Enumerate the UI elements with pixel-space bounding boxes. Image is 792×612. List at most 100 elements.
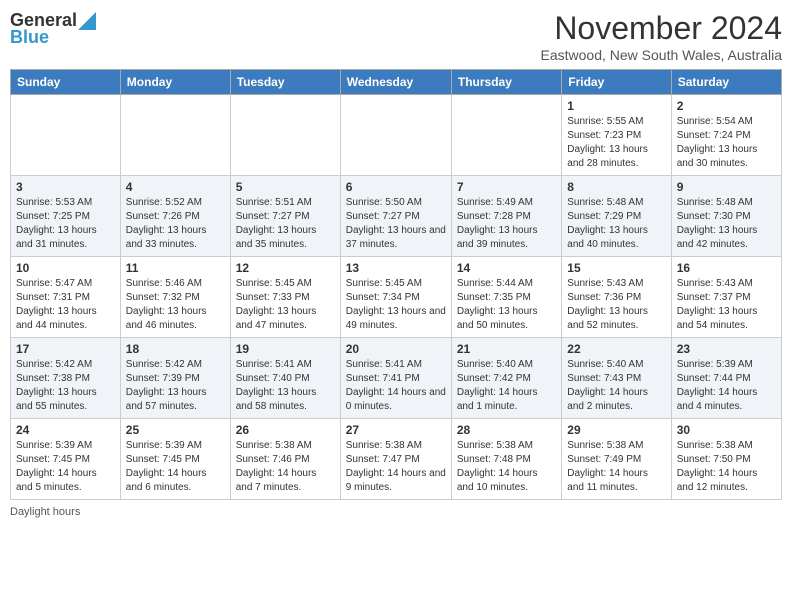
calendar-cell: 7 Sunrise: 5:49 AM Sunset: 7:28 PM Daylig… xyxy=(451,176,561,257)
calendar-cell: 19 Sunrise: 5:41 AM Sunset: 7:40 PM Dayli… xyxy=(230,338,340,419)
day-number: 11 xyxy=(126,261,225,275)
daylight-label: Daylight hours xyxy=(10,506,80,518)
day-info: Sunrise: 5:41 AM Sunset: 7:40 PM Dayligh… xyxy=(236,358,335,414)
day-number: 9 xyxy=(677,180,776,194)
calendar-cell: 9 Sunrise: 5:48 AM Sunset: 7:30 PM Daylig… xyxy=(671,176,781,257)
calendar-header-row: SundayMondayTuesdayWednesdayThursdayFrid… xyxy=(11,70,782,95)
day-number: 10 xyxy=(16,261,115,275)
day-number: 8 xyxy=(567,180,665,194)
header-day-monday: Monday xyxy=(120,70,230,95)
day-info: Sunrise: 5:38 AM Sunset: 7:49 PM Dayligh… xyxy=(567,439,665,495)
day-number: 13 xyxy=(346,261,446,275)
day-number: 5 xyxy=(236,180,335,194)
day-info: Sunrise: 5:46 AM Sunset: 7:32 PM Dayligh… xyxy=(126,277,225,333)
calendar-cell: 10 Sunrise: 5:47 AM Sunset: 7:31 PM Dayli… xyxy=(11,257,121,338)
day-number: 19 xyxy=(236,342,335,356)
day-number: 17 xyxy=(16,342,115,356)
day-info: Sunrise: 5:42 AM Sunset: 7:38 PM Dayligh… xyxy=(16,358,115,414)
calendar-cell: 6Sunrise: 5:50 AM Sunset: 7:27 PM Daylig… xyxy=(340,176,451,257)
calendar-cell: 4 Sunrise: 5:52 AM Sunset: 7:26 PM Daylig… xyxy=(120,176,230,257)
day-number: 23 xyxy=(677,342,776,356)
day-info: Sunrise: 5:47 AM Sunset: 7:31 PM Dayligh… xyxy=(16,277,115,333)
day-number: 6 xyxy=(346,180,446,194)
day-info: Sunrise: 5:43 AM Sunset: 7:36 PM Dayligh… xyxy=(567,277,665,333)
day-number: 28 xyxy=(457,423,556,437)
day-number: 18 xyxy=(126,342,225,356)
calendar-cell: 1Sunrise: 5:55 AM Sunset: 7:23 PM Daylig… xyxy=(562,95,671,176)
calendar-table: SundayMondayTuesdayWednesdayThursdayFrid… xyxy=(10,69,782,500)
title-area: November 2024 Eastwood, New South Wales,… xyxy=(541,10,783,63)
calendar-week-row: 24Sunrise: 5:39 AM Sunset: 7:45 PM Dayli… xyxy=(11,419,782,500)
day-number: 26 xyxy=(236,423,335,437)
calendar-cell: 26 Sunrise: 5:38 AM Sunset: 7:46 PM Dayli… xyxy=(230,419,340,500)
day-number: 14 xyxy=(457,261,556,275)
calendar-cell: 11 Sunrise: 5:46 AM Sunset: 7:32 PM Dayli… xyxy=(120,257,230,338)
calendar-cell xyxy=(230,95,340,176)
calendar-cell: 30Sunrise: 5:38 AM Sunset: 7:50 PM Dayli… xyxy=(671,419,781,500)
calendar-cell: 25 Sunrise: 5:39 AM Sunset: 7:45 PM Dayli… xyxy=(120,419,230,500)
calendar-week-row: 10 Sunrise: 5:47 AM Sunset: 7:31 PM Dayli… xyxy=(11,257,782,338)
day-info: Sunrise: 5:42 AM Sunset: 7:39 PM Dayligh… xyxy=(126,358,225,414)
day-info: Sunrise: 5:53 AM Sunset: 7:25 PM Dayligh… xyxy=(16,196,115,252)
day-info: Sunrise: 5:43 AM Sunset: 7:37 PM Dayligh… xyxy=(677,277,776,333)
calendar-cell xyxy=(120,95,230,176)
calendar-cell xyxy=(451,95,561,176)
calendar-week-row: 3 Sunrise: 5:53 AM Sunset: 7:25 PM Daylig… xyxy=(11,176,782,257)
calendar-cell: 5 Sunrise: 5:51 AM Sunset: 7:27 PM Daylig… xyxy=(230,176,340,257)
day-info: Sunrise: 5:51 AM Sunset: 7:27 PM Dayligh… xyxy=(236,196,335,252)
day-info: Sunrise: 5:38 AM Sunset: 7:46 PM Dayligh… xyxy=(236,439,335,495)
day-number: 1 xyxy=(567,99,665,113)
day-number: 4 xyxy=(126,180,225,194)
header-day-tuesday: Tuesday xyxy=(230,70,340,95)
calendar-week-row: 17 Sunrise: 5:42 AM Sunset: 7:38 PM Dayli… xyxy=(11,338,782,419)
calendar-cell: 27 Sunrise: 5:38 AM Sunset: 7:47 PM Dayli… xyxy=(340,419,451,500)
calendar-cell: 15Sunrise: 5:43 AM Sunset: 7:36 PM Dayli… xyxy=(562,257,671,338)
logo-triangle-icon xyxy=(78,12,96,30)
calendar-cell: 13 Sunrise: 5:45 AM Sunset: 7:34 PM Dayli… xyxy=(340,257,451,338)
header-day-wednesday: Wednesday xyxy=(340,70,451,95)
day-info: Sunrise: 5:54 AM Sunset: 7:24 PM Dayligh… xyxy=(677,115,776,171)
calendar-cell: 24Sunrise: 5:39 AM Sunset: 7:45 PM Dayli… xyxy=(11,419,121,500)
day-info: Sunrise: 5:39 AM Sunset: 7:44 PM Dayligh… xyxy=(677,358,776,414)
calendar-cell: 12Sunrise: 5:45 AM Sunset: 7:33 PM Dayli… xyxy=(230,257,340,338)
day-info: Sunrise: 5:48 AM Sunset: 7:30 PM Dayligh… xyxy=(677,196,776,252)
day-number: 20 xyxy=(346,342,446,356)
subtitle: Eastwood, New South Wales, Australia xyxy=(541,47,783,63)
header-day-friday: Friday xyxy=(562,70,671,95)
day-number: 27 xyxy=(346,423,446,437)
day-number: 22 xyxy=(567,342,665,356)
header-day-sunday: Sunday xyxy=(11,70,121,95)
calendar-cell: 21Sunrise: 5:40 AM Sunset: 7:42 PM Dayli… xyxy=(451,338,561,419)
calendar-cell: 16Sunrise: 5:43 AM Sunset: 7:37 PM Dayli… xyxy=(671,257,781,338)
day-number: 7 xyxy=(457,180,556,194)
day-info: Sunrise: 5:48 AM Sunset: 7:29 PM Dayligh… xyxy=(567,196,665,252)
logo-blue: Blue xyxy=(10,27,49,48)
header-day-thursday: Thursday xyxy=(451,70,561,95)
calendar-cell: 3 Sunrise: 5:53 AM Sunset: 7:25 PM Daylig… xyxy=(11,176,121,257)
calendar-cell: 17 Sunrise: 5:42 AM Sunset: 7:38 PM Dayli… xyxy=(11,338,121,419)
calendar-cell: 8 Sunrise: 5:48 AM Sunset: 7:29 PM Daylig… xyxy=(562,176,671,257)
day-info: Sunrise: 5:45 AM Sunset: 7:34 PM Dayligh… xyxy=(346,277,446,333)
calendar-week-row: 1Sunrise: 5:55 AM Sunset: 7:23 PM Daylig… xyxy=(11,95,782,176)
header-day-saturday: Saturday xyxy=(671,70,781,95)
day-number: 29 xyxy=(567,423,665,437)
day-info: Sunrise: 5:41 AM Sunset: 7:41 PM Dayligh… xyxy=(346,358,446,414)
day-info: Sunrise: 5:39 AM Sunset: 7:45 PM Dayligh… xyxy=(126,439,225,495)
day-number: 3 xyxy=(16,180,115,194)
calendar-cell xyxy=(340,95,451,176)
day-info: Sunrise: 5:40 AM Sunset: 7:43 PM Dayligh… xyxy=(567,358,665,414)
calendar-cell: 22 Sunrise: 5:40 AM Sunset: 7:43 PM Dayli… xyxy=(562,338,671,419)
logo: General Blue xyxy=(10,10,96,48)
day-number: 12 xyxy=(236,261,335,275)
day-info: Sunrise: 5:44 AM Sunset: 7:35 PM Dayligh… xyxy=(457,277,556,333)
day-info: Sunrise: 5:40 AM Sunset: 7:42 PM Dayligh… xyxy=(457,358,556,414)
day-info: Sunrise: 5:38 AM Sunset: 7:47 PM Dayligh… xyxy=(346,439,446,495)
day-info: Sunrise: 5:39 AM Sunset: 7:45 PM Dayligh… xyxy=(16,439,115,495)
day-number: 2 xyxy=(677,99,776,113)
page-header: General Blue November 2024 Eastwood, New… xyxy=(10,10,782,63)
day-info: Sunrise: 5:38 AM Sunset: 7:48 PM Dayligh… xyxy=(457,439,556,495)
day-info: Sunrise: 5:52 AM Sunset: 7:26 PM Dayligh… xyxy=(126,196,225,252)
day-number: 25 xyxy=(126,423,225,437)
calendar-cell xyxy=(11,95,121,176)
day-info: Sunrise: 5:49 AM Sunset: 7:28 PM Dayligh… xyxy=(457,196,556,252)
